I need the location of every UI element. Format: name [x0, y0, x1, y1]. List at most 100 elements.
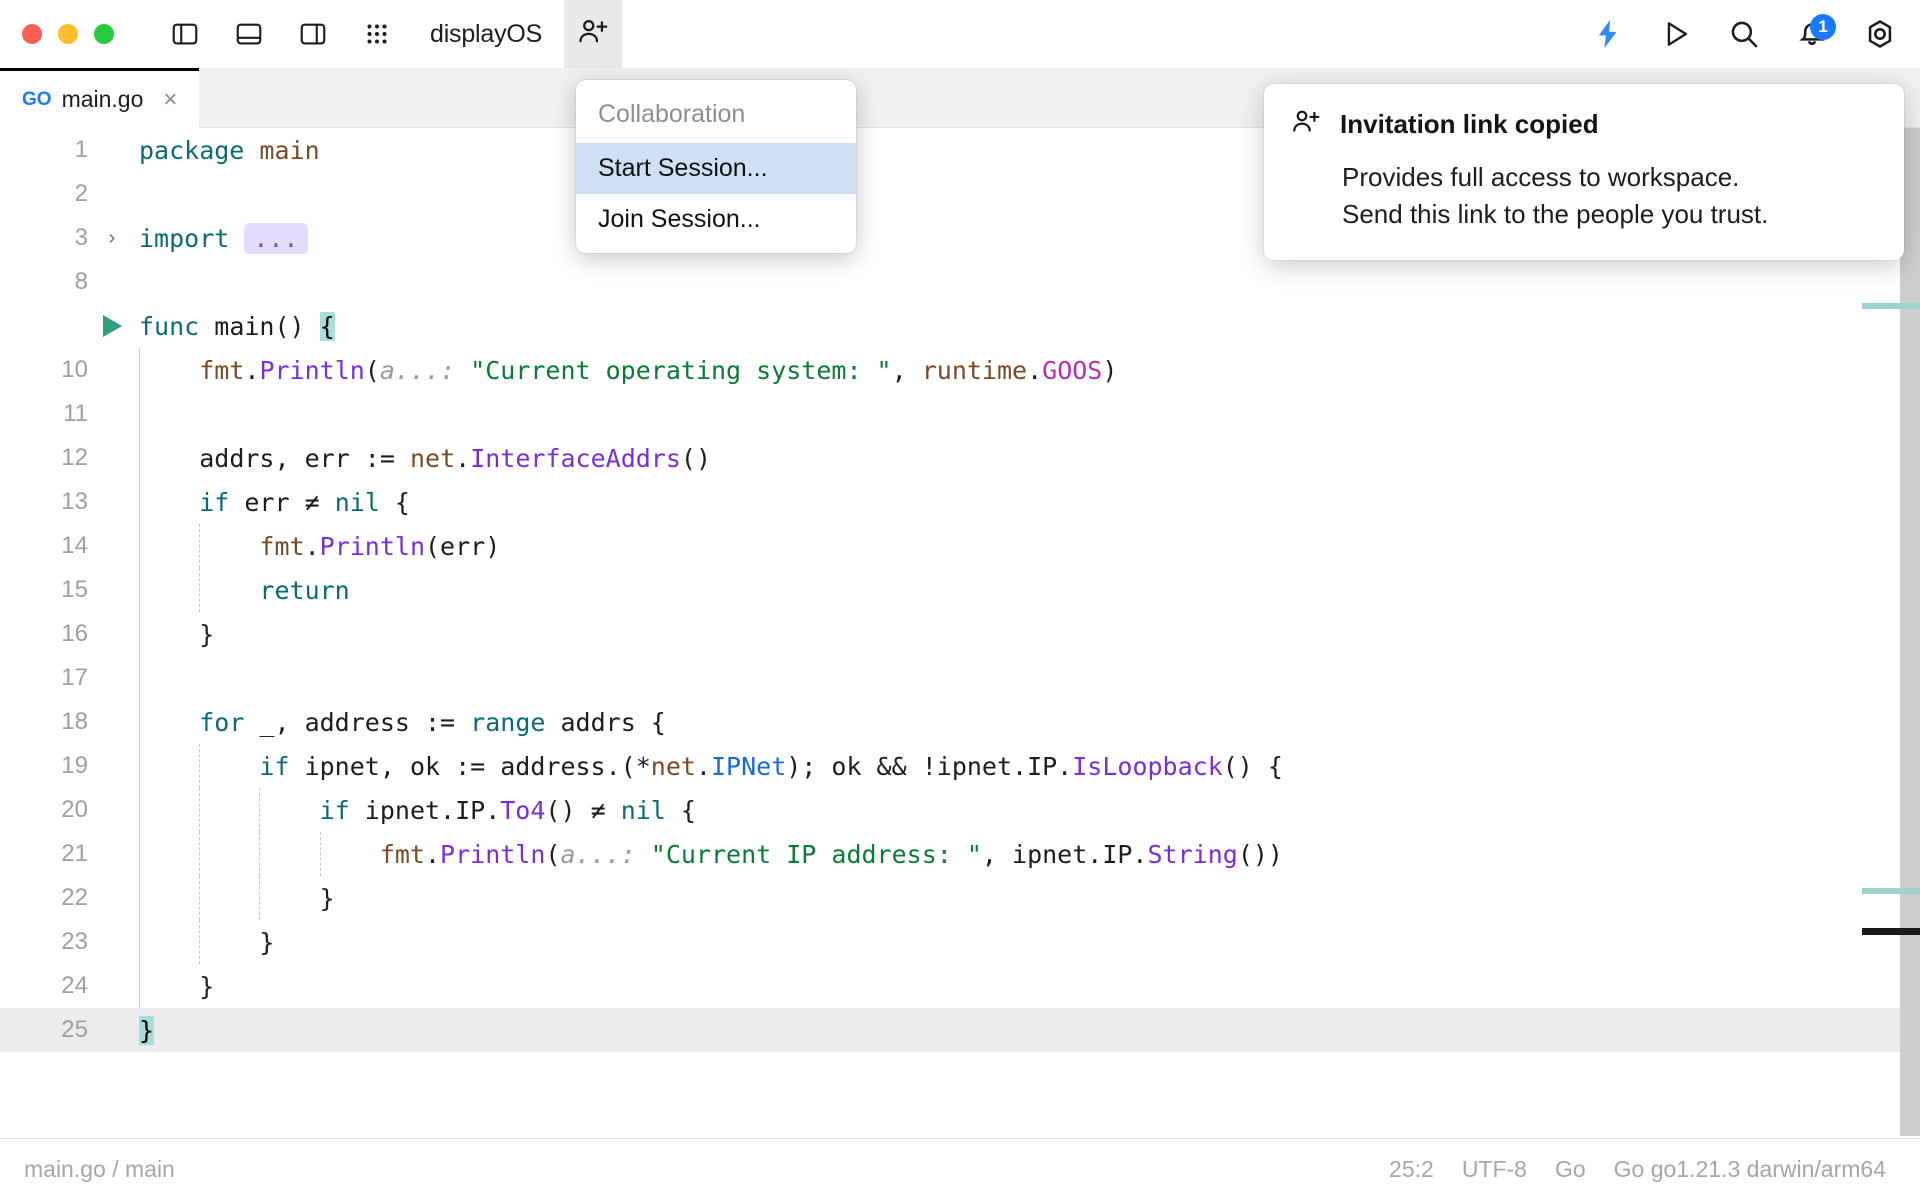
editor-marker	[1862, 888, 1920, 894]
indent-guide	[139, 480, 140, 524]
code-editor[interactable]: 1package main23›import ...8func main() {…	[0, 128, 1920, 1138]
code-text: addrs, err := net.InterfaceAddrs()	[132, 444, 711, 473]
line-number: 3	[0, 224, 92, 252]
maximize-window-button[interactable]	[94, 24, 114, 44]
indent-guide	[259, 876, 260, 920]
tab-main-go[interactable]: GO main.go ×	[0, 68, 199, 128]
code-line[interactable]: 8	[0, 260, 1920, 304]
status-right: 25:2 UTF-8 Go Go go1.21.3 darwin/arm64	[1389, 1156, 1886, 1183]
run-icon[interactable]	[1652, 10, 1700, 58]
code-text: }	[132, 928, 274, 957]
code-text: }	[132, 884, 335, 913]
close-tab-icon[interactable]: ×	[163, 88, 177, 112]
line-number: 16	[0, 620, 92, 648]
add-collaborator-button[interactable]	[564, 0, 622, 68]
tab-filename: main.go	[62, 86, 144, 113]
editor-scrollbar[interactable]	[1900, 128, 1920, 1138]
code-text: }	[132, 972, 214, 1001]
settings-icon[interactable]	[1856, 10, 1904, 58]
code-line[interactable]: 25}	[0, 1008, 1920, 1052]
code-line[interactable]: 20 if ipnet.IP.To4() ≠ nil {	[0, 788, 1920, 832]
close-window-button[interactable]	[22, 24, 42, 44]
indent-guide	[139, 964, 140, 1008]
go-sdk-version[interactable]: Go go1.21.3 darwin/arm64	[1614, 1156, 1886, 1183]
notifications-button[interactable]: 1	[1788, 10, 1836, 58]
notification-badge: 1	[1810, 14, 1836, 40]
code-text	[132, 664, 199, 693]
code-line[interactable]: 23 }	[0, 920, 1920, 964]
code-line[interactable]: 12 addrs, err := net.InterfaceAddrs()	[0, 436, 1920, 480]
code-text: fmt.Println(a...: "Current operating sys…	[132, 356, 1117, 385]
run-gutter-icon[interactable]	[92, 315, 132, 337]
code-text: fmt.Println(err)	[132, 532, 500, 561]
breadcrumb[interactable]: main.go / main	[24, 1156, 175, 1183]
line-number: 12	[0, 444, 92, 472]
app-window: displayOS	[0, 0, 1920, 1200]
code-text: }	[132, 620, 214, 649]
indent-guide	[139, 436, 140, 480]
code-line[interactable]: 19 if ipnet, ok := address.(*net.IPNet);…	[0, 744, 1920, 788]
fold-chevron-icon[interactable]: ›	[92, 227, 132, 250]
indent-guide	[139, 392, 140, 436]
panel-toggle-group	[158, 7, 404, 61]
indent-guide	[199, 744, 200, 788]
menu-item-start-session[interactable]: Start Session...	[576, 143, 856, 194]
toggle-left-panel-icon[interactable]	[158, 7, 212, 61]
file-language[interactable]: Go	[1555, 1156, 1586, 1183]
scrollbar-thumb[interactable]	[1900, 128, 1920, 1136]
line-number: 19	[0, 752, 92, 780]
toggle-right-panel-icon[interactable]	[286, 7, 340, 61]
indent-guide	[199, 788, 200, 832]
indent-guide	[139, 788, 140, 832]
code-line[interactable]: 15 return	[0, 568, 1920, 612]
code-text: return	[132, 576, 350, 605]
code-line[interactable]: 14 fmt.Println(err)	[0, 524, 1920, 568]
code-text: for _, address := range addrs {	[132, 708, 666, 737]
invitation-notification[interactable]: Invitation link copied Provides full acc…	[1264, 84, 1904, 260]
indent-guide	[139, 656, 140, 700]
notification-title: Invitation link copied	[1340, 109, 1599, 140]
indent-guide	[139, 744, 140, 788]
line-number: 25	[0, 1016, 92, 1044]
code-line[interactable]: 17	[0, 656, 1920, 700]
code-line[interactable]: func main() {	[0, 304, 1920, 348]
code-line[interactable]: 11	[0, 392, 1920, 436]
code-line[interactable]: 18 for _, address := range addrs {	[0, 700, 1920, 744]
collaboration-menu: Collaboration Start Session... Join Sess…	[576, 80, 856, 253]
line-number: 14	[0, 532, 92, 560]
notification-header: Invitation link copied	[1290, 106, 1878, 143]
file-encoding[interactable]: UTF-8	[1462, 1156, 1527, 1183]
code-text: func main() {	[132, 312, 335, 341]
code-line[interactable]: 13 if err ≠ nil {	[0, 480, 1920, 524]
indent-guide	[139, 524, 140, 568]
indent-guide	[199, 876, 200, 920]
line-number: 23	[0, 928, 92, 956]
add-person-icon	[576, 15, 610, 54]
code-line[interactable]: 10 fmt.Println(a...: "Current operating …	[0, 348, 1920, 392]
code-line[interactable]: 21 fmt.Println(a...: "Current IP address…	[0, 832, 1920, 876]
menu-item-join-session[interactable]: Join Session...	[576, 194, 856, 245]
indent-guide	[320, 832, 321, 876]
notification-line-2: Send this link to the people you trust.	[1342, 196, 1878, 233]
add-person-icon	[1290, 106, 1322, 143]
minimize-window-button[interactable]	[58, 24, 78, 44]
cursor-position[interactable]: 25:2	[1389, 1156, 1434, 1183]
indent-guide	[199, 524, 200, 568]
code-line[interactable]: 24 }	[0, 964, 1920, 1008]
search-icon[interactable]	[1720, 10, 1768, 58]
app-grid-icon[interactable]	[350, 7, 404, 61]
lightning-icon[interactable]	[1584, 10, 1632, 58]
line-number: 17	[0, 664, 92, 692]
code-text: if ipnet.IP.To4() ≠ nil {	[132, 796, 696, 825]
traffic-lights	[22, 24, 114, 44]
line-number: 18	[0, 708, 92, 736]
code-line[interactable]: 16 }	[0, 612, 1920, 656]
indent-guide	[139, 348, 140, 392]
toggle-bottom-panel-icon[interactable]	[222, 7, 276, 61]
code-line[interactable]: 22 }	[0, 876, 1920, 920]
indent-guide	[139, 920, 140, 964]
indent-guide	[139, 832, 140, 876]
indent-guide	[199, 568, 200, 612]
app-title: displayOS	[430, 20, 542, 49]
line-number: 1	[0, 136, 92, 164]
